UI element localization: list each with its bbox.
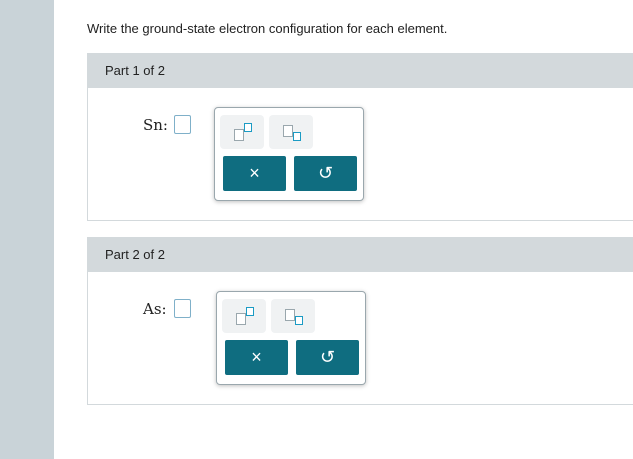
superscript-template-button[interactable] [222, 299, 266, 333]
math-palette-part-1: × ↺ [214, 107, 364, 201]
element-label-sn: Sn: [143, 116, 168, 134]
undo-button[interactable]: ↺ [296, 340, 359, 375]
part-2-panel: Part 2 of 2 As: × ↺ [87, 237, 633, 405]
answer-input-sn[interactable] [174, 115, 191, 134]
math-palette-part-2: × ↺ [216, 291, 366, 385]
undo-button[interactable]: ↺ [294, 156, 357, 191]
subscript-template-icon [279, 122, 303, 142]
part-2-header: Part 2 of 2 [88, 238, 633, 272]
main-content: Write the ground-state electron configur… [54, 0, 633, 459]
element-label-as: As: [143, 300, 167, 318]
superscript-template-icon [230, 122, 254, 142]
close-icon: × [251, 347, 262, 367]
subscript-template-button[interactable] [269, 115, 313, 149]
superscript-template-icon [232, 306, 256, 326]
clear-button[interactable]: × [223, 156, 286, 191]
part-1-header: Part 1 of 2 [88, 54, 633, 88]
answer-input-as[interactable] [174, 299, 191, 318]
subscript-template-button[interactable] [271, 299, 315, 333]
undo-icon: ↺ [319, 347, 336, 367]
close-icon: × [249, 163, 260, 183]
clear-button[interactable]: × [225, 340, 288, 375]
question-instruction: Write the ground-state electron configur… [87, 21, 448, 36]
left-rail [0, 0, 54, 459]
subscript-template-icon [281, 306, 305, 326]
part-1-panel: Part 1 of 2 Sn: × ↺ [87, 53, 633, 221]
superscript-template-button[interactable] [220, 115, 264, 149]
undo-icon: ↺ [317, 163, 334, 183]
